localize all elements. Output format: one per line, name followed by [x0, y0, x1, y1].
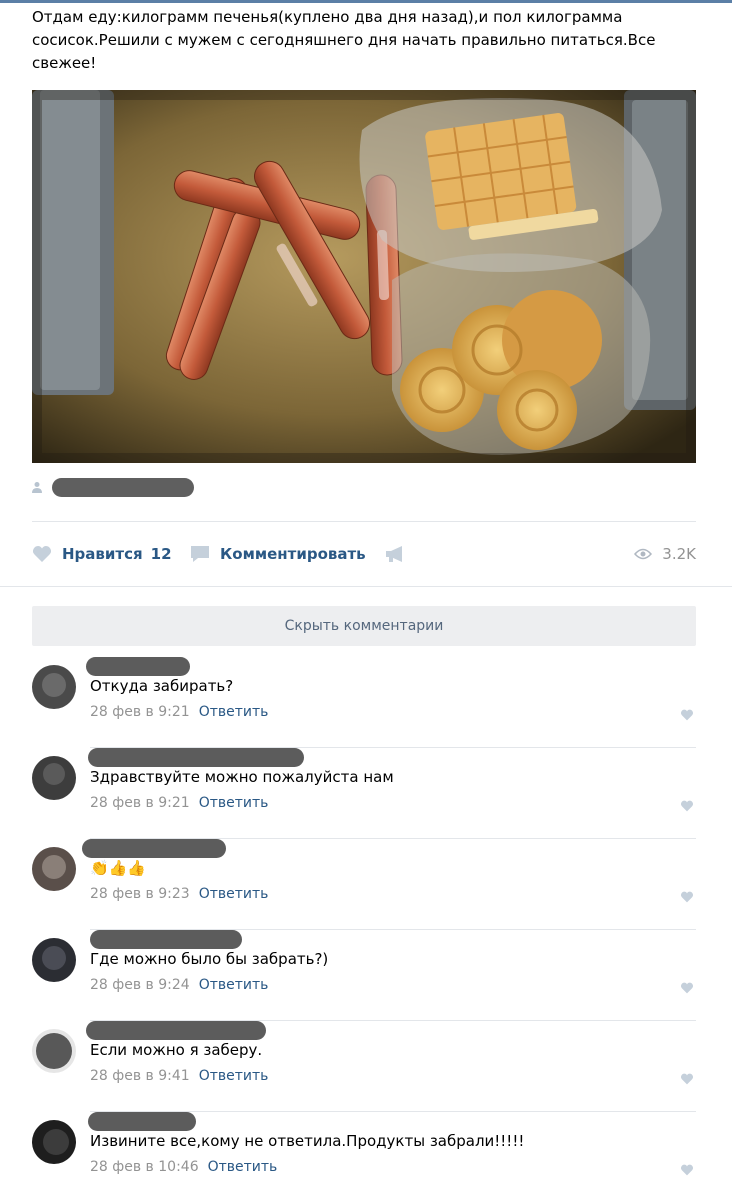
post-actions: Нравится 12 Комментировать 3.2K: [32, 540, 696, 568]
heart-icon[interactable]: [680, 709, 694, 721]
avatar[interactable]: [32, 938, 76, 982]
comment-item: Здравствуйте можно пожалуйста нам 28 фев…: [32, 748, 696, 839]
views-count: 3.2K: [662, 545, 696, 563]
comment-emoji: 👏👍👍: [90, 859, 147, 877]
avatar[interactable]: [32, 1120, 76, 1164]
author-name-redacted: [52, 478, 194, 497]
heart-icon[interactable]: [680, 1164, 694, 1176]
reply-link[interactable]: Ответить: [199, 704, 269, 720]
reply-link[interactable]: Ответить: [199, 1068, 269, 1084]
comment-item: Извините все,кому не ответила.Продукты з…: [32, 1112, 696, 1188]
comment-meta: 28 фев в 9:21 Ответить: [90, 704, 268, 720]
comment-item: 👏👍👍 28 фев в 9:23 Ответить: [32, 839, 696, 930]
comment-text: Если можно я заберу.: [90, 1041, 263, 1059]
comment-author-redacted[interactable]: [90, 930, 242, 949]
comment-button[interactable]: Комментировать: [190, 540, 366, 568]
divider: [0, 586, 732, 587]
top-border: [0, 0, 732, 3]
reply-link[interactable]: Ответить: [199, 886, 269, 902]
share-button[interactable]: [384, 540, 416, 568]
heart-icon[interactable]: [680, 891, 694, 903]
comment-item: Если можно я заберу. 28 фев в 9:41 Ответи…: [32, 1021, 696, 1112]
divider: [32, 521, 696, 522]
comment-meta: 28 фев в 10:46 Ответить: [90, 1159, 277, 1175]
comment-date: 28 фев в 9:24: [90, 977, 190, 993]
comment-date: 28 фев в 9:41: [90, 1068, 190, 1084]
like-count: 12: [150, 545, 172, 563]
avatar[interactable]: [32, 847, 76, 891]
comment-date: 28 фев в 9:21: [90, 795, 190, 811]
like-button[interactable]: Нравится 12: [32, 540, 172, 568]
reply-link[interactable]: Ответить: [208, 1159, 278, 1175]
comment-text: Где можно было бы забрать?): [90, 950, 329, 968]
comment-item: Где можно было бы забрать?) 28 фев в 9:2…: [32, 930, 696, 1021]
comment-author-redacted[interactable]: [86, 1021, 266, 1040]
comment-author-redacted[interactable]: [82, 839, 226, 858]
like-label: Нравится: [62, 545, 143, 563]
comment-meta: 28 фев в 9:41 Ответить: [90, 1068, 268, 1084]
avatar[interactable]: [32, 1029, 76, 1073]
comment-author-redacted[interactable]: [86, 657, 190, 676]
comment-label: Комментировать: [220, 545, 366, 563]
comment-icon: [191, 546, 209, 562]
views-counter: 3.2K: [634, 540, 696, 568]
comment-meta: 28 фев в 9:24 Ответить: [90, 977, 268, 993]
reply-link[interactable]: Ответить: [199, 795, 269, 811]
comment-date: 28 фев в 9:23: [90, 886, 190, 902]
food-photo: [32, 90, 696, 463]
comment-meta: 28 фев в 9:21 Ответить: [90, 795, 268, 811]
heart-icon[interactable]: [680, 800, 694, 812]
avatar[interactable]: [32, 756, 76, 800]
comment-date: 28 фев в 10:46: [90, 1159, 199, 1175]
comment-text: Откуда забирать?: [90, 677, 234, 695]
eye-icon: [634, 548, 653, 560]
comment-meta: 28 фев в 9:23 Ответить: [90, 886, 268, 902]
comment-text: 👏👍👍: [90, 859, 146, 877]
megaphone-icon: [386, 546, 402, 562]
heart-icon: [32, 546, 52, 562]
heart-icon[interactable]: [680, 982, 694, 994]
person-icon: [32, 482, 42, 493]
comment-author-redacted[interactable]: [88, 1112, 196, 1131]
heart-icon[interactable]: [680, 1073, 694, 1085]
comment-item: Откуда забирать? 28 фев в 9:21 Ответить: [32, 657, 696, 748]
comment-text: Извините все,кому не ответила.Продукты з…: [90, 1132, 525, 1150]
post-photo[interactable]: [32, 90, 696, 463]
post-text: Отдам еду:килограмм печенья(куплено два …: [32, 8, 656, 72]
avatar[interactable]: [32, 665, 76, 709]
reply-link[interactable]: Ответить: [199, 977, 269, 993]
comment-date: 28 фев в 9:21: [90, 704, 190, 720]
hide-comments-button[interactable]: Скрыть комментарии: [32, 606, 696, 646]
comment-text: Здравствуйте можно пожалуйста нам: [90, 768, 394, 786]
comment-author-redacted[interactable]: [88, 748, 304, 767]
